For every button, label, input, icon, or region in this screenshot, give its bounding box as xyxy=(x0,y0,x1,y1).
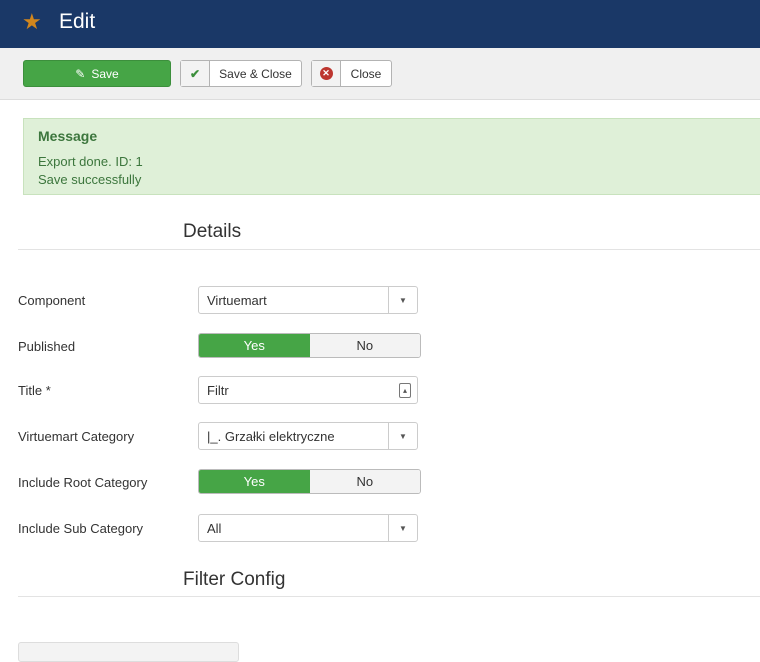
toolbar: ✎ Save ✔ Save & Close ✕ Close xyxy=(0,48,760,100)
include-sub-value: All xyxy=(207,521,222,536)
section-filter-config: Filter Config xyxy=(183,569,286,590)
include-root-no[interactable]: No xyxy=(309,470,420,493)
page-title: Edit xyxy=(59,10,96,33)
include-root-toggle: Yes No xyxy=(198,469,421,494)
save-button[interactable]: ✎ Save xyxy=(23,60,171,87)
published-no[interactable]: No xyxy=(309,334,420,357)
chevron-down-icon: ▼ xyxy=(388,287,417,313)
close-label: Close xyxy=(350,66,382,81)
save-close-label: Save & Close xyxy=(219,66,292,81)
include-sub-select[interactable]: All ▼ xyxy=(198,514,418,542)
divider xyxy=(18,596,760,597)
published-label: Published xyxy=(18,339,76,354)
include-sub-label: Include Sub Category xyxy=(18,521,144,536)
edit-icon: ✎ xyxy=(75,66,86,81)
star-icon: ★ xyxy=(22,9,42,34)
save-label: Save xyxy=(91,66,119,81)
published-yes[interactable]: Yes xyxy=(199,334,310,357)
message-line: Export done. ID: 1 xyxy=(38,154,143,169)
component-select[interactable]: Virtuemart ▼ xyxy=(198,286,418,314)
title-label: Title * xyxy=(18,383,51,398)
save-close-button[interactable]: ✔ Save & Close xyxy=(180,60,302,87)
component-label: Component xyxy=(18,293,86,308)
chevron-down-icon: ▼ xyxy=(388,515,417,541)
published-toggle: Yes No xyxy=(198,333,421,358)
close-button[interactable]: ✕ Close xyxy=(311,60,392,87)
title-input[interactable]: Filtr ▴ xyxy=(198,376,418,404)
check-icon: ✔ xyxy=(181,61,210,86)
vm-category-label: Virtuemart Category xyxy=(18,429,135,444)
section-details: Details xyxy=(183,221,242,242)
message-line: Save successfully xyxy=(38,172,142,187)
component-value: Virtuemart xyxy=(207,293,267,308)
success-message: Message Export done. ID: 1 Save successf… xyxy=(23,118,760,195)
chevron-down-icon: ▼ xyxy=(388,423,417,449)
contact-card-icon: ▴ xyxy=(399,383,411,398)
vm-category-select[interactable]: |_. Grzałki elektryczne ▼ xyxy=(198,422,418,450)
divider xyxy=(18,249,760,250)
title-value: Filtr xyxy=(207,383,229,398)
include-root-label: Include Root Category xyxy=(18,475,148,490)
filter-config-button[interactable] xyxy=(18,642,239,662)
vm-category-value: |_. Grzałki elektryczne xyxy=(207,429,335,444)
header-bar: ★ Edit xyxy=(0,0,760,48)
close-icon: ✕ xyxy=(312,61,341,86)
include-root-yes[interactable]: Yes xyxy=(199,470,310,493)
message-heading: Message xyxy=(38,128,98,144)
